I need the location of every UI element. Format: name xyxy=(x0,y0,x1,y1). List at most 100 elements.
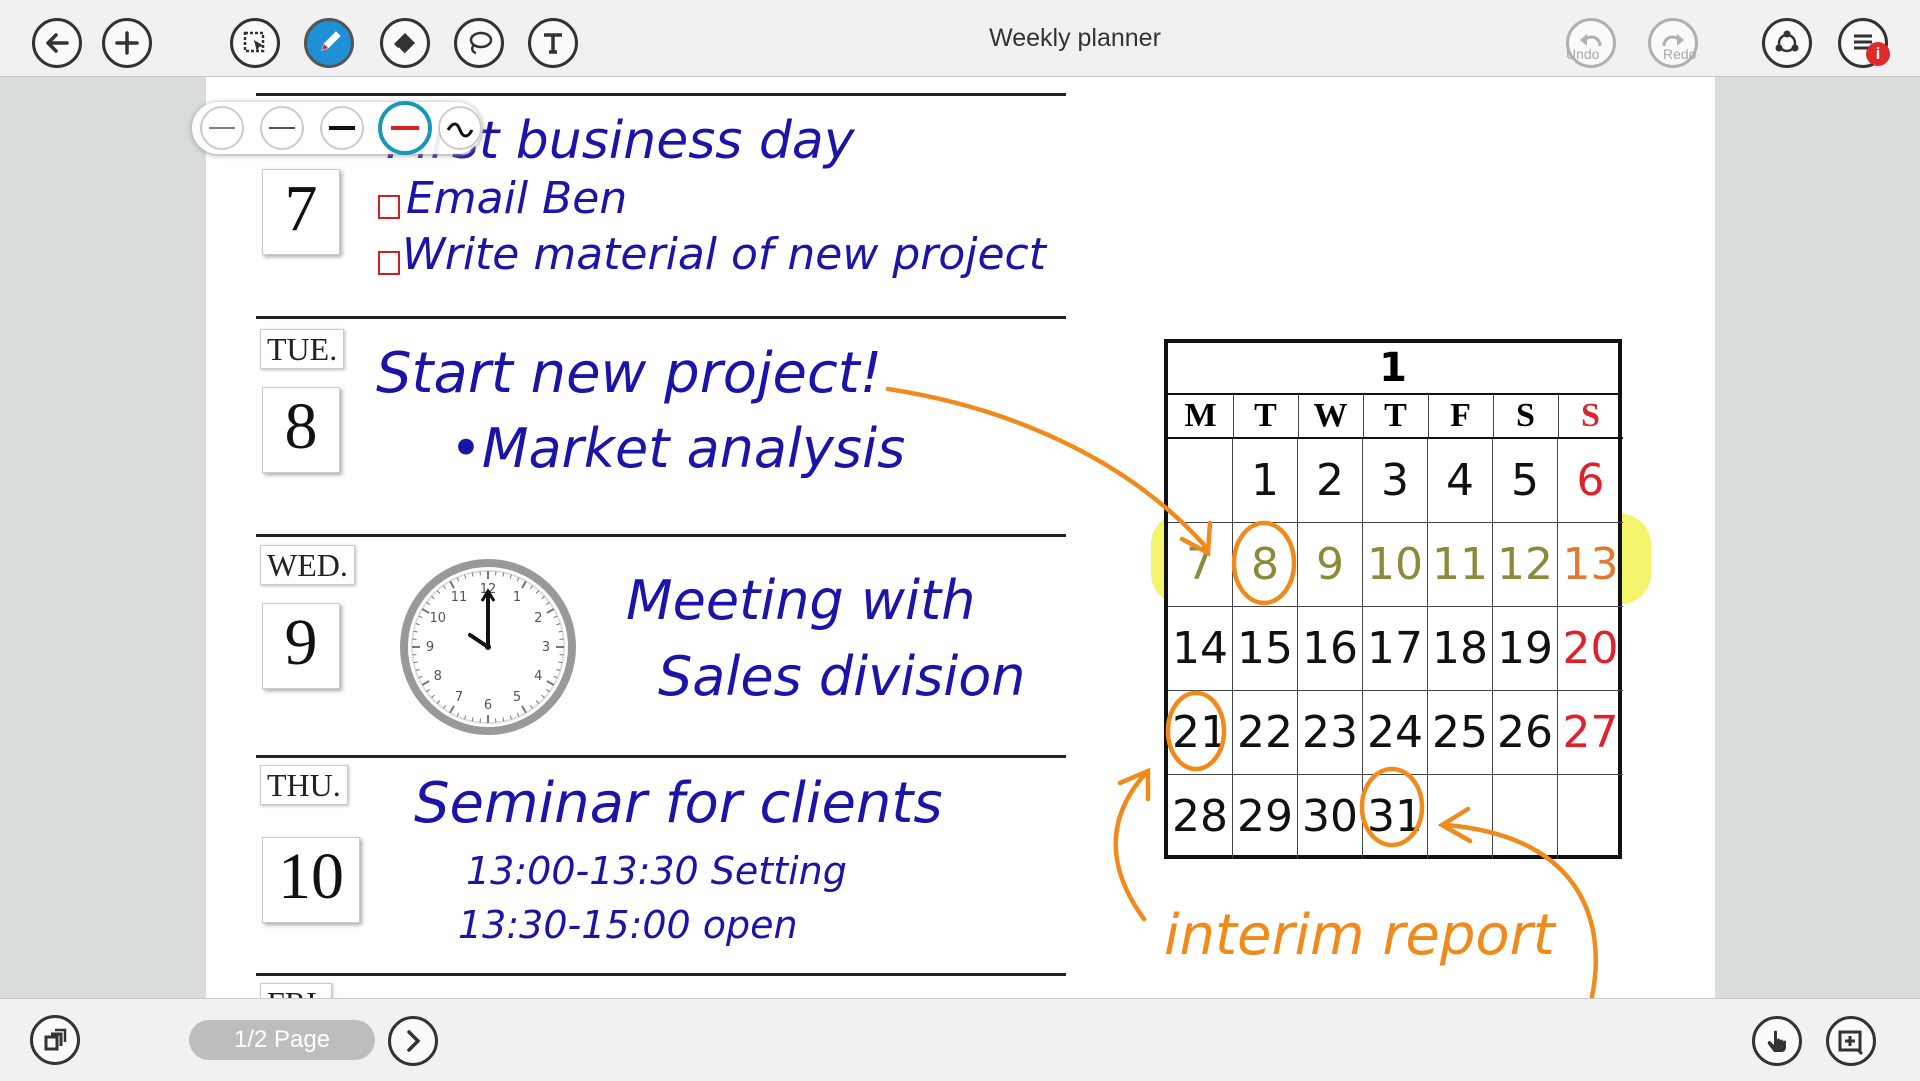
checked-box-icon xyxy=(378,195,400,219)
calendar-day: 8 xyxy=(1233,523,1298,607)
calendar-day xyxy=(1168,439,1233,523)
calendar-day: 31 xyxy=(1363,775,1428,859)
calendar-day: 17 xyxy=(1363,607,1428,691)
calendar-day: 19 xyxy=(1493,607,1558,691)
curve-stroke-icon xyxy=(445,118,475,138)
calendar-day: 7 xyxy=(1168,523,1233,607)
day-number: 8 xyxy=(262,387,340,473)
row-divider xyxy=(256,973,1066,976)
day-number: 10 xyxy=(262,837,360,923)
row-divider xyxy=(256,316,1066,319)
red-line-icon xyxy=(389,123,421,133)
day-number: 9 xyxy=(262,603,340,689)
day-label: TUE. xyxy=(260,329,344,369)
clock-numeral: 11 xyxy=(451,590,468,605)
share-button[interactable] xyxy=(1762,18,1812,68)
calendar-day: 13 xyxy=(1558,523,1623,607)
calendar-day: 10 xyxy=(1363,523,1428,607)
calendar-day: 18 xyxy=(1428,607,1493,691)
calendar-day: 22 xyxy=(1233,691,1298,775)
calendar-day xyxy=(1493,775,1558,859)
undo-caption: Undo xyxy=(1566,46,1599,62)
medium-line-icon xyxy=(267,123,297,133)
handwritten-note: 13:00-13:30 Setting xyxy=(466,849,847,893)
document-title: Weekly planner xyxy=(0,24,1920,53)
calendar-day: 24 xyxy=(1363,691,1428,775)
calendar-weekday: T xyxy=(1363,395,1429,439)
clock-numeral: 6 xyxy=(484,698,492,713)
day-label: FRI. xyxy=(260,983,332,998)
handwritten-note: Write material of new project xyxy=(402,229,1046,280)
calendar-day: 4 xyxy=(1428,439,1493,523)
share-icon xyxy=(1772,28,1802,58)
calendar-day: 11 xyxy=(1428,523,1493,607)
pen-thick-option[interactable] xyxy=(320,106,364,150)
zoom-in-button[interactable] xyxy=(1826,1016,1876,1066)
day-label: WED. xyxy=(260,545,355,585)
page-list-button[interactable] xyxy=(30,1015,80,1065)
redo-caption: Redo xyxy=(1663,46,1696,62)
pen-medium-option[interactable] xyxy=(260,106,304,150)
zoom-plus-icon xyxy=(1836,1026,1866,1056)
calendar-month: 1 xyxy=(1168,343,1618,395)
checked-box-icon xyxy=(378,251,400,275)
pen-thin-option[interactable] xyxy=(200,106,244,150)
calendar-weekday: T xyxy=(1233,395,1299,439)
calendar-weekday: S xyxy=(1558,395,1623,439)
clock-icon: 121234567891011 xyxy=(398,557,578,737)
calendar-weekday: W xyxy=(1298,395,1364,439)
hand-pointer-icon xyxy=(1762,1026,1792,1056)
row-divider xyxy=(256,755,1066,758)
clock-numeral: 8 xyxy=(434,669,442,684)
calendar-weekday: S xyxy=(1493,395,1559,439)
pages-icon xyxy=(40,1025,70,1055)
chevron-right-icon xyxy=(398,1026,428,1056)
calendar-day: 20 xyxy=(1558,607,1623,691)
calendar-day: 28 xyxy=(1168,775,1233,859)
clock-numeral: 3 xyxy=(542,640,550,655)
calendar-day xyxy=(1428,775,1493,859)
handwritten-note: Start new project! xyxy=(376,341,882,406)
top-toolbar: Weekly planner Undo Redo i xyxy=(0,0,1920,77)
day-label: THU. xyxy=(260,765,348,805)
row-divider xyxy=(256,93,1066,96)
handwritten-note: Meeting with xyxy=(626,569,975,632)
pen-red-option[interactable] xyxy=(378,101,432,155)
calendar-day: 14 xyxy=(1168,607,1233,691)
calendar-day: 23 xyxy=(1298,691,1363,775)
thick-line-icon xyxy=(327,123,357,133)
row-divider xyxy=(256,534,1066,537)
pen-curve-option[interactable] xyxy=(438,106,482,150)
thin-line-icon xyxy=(207,123,237,133)
pen-style-menu xyxy=(192,102,482,154)
calendar-day: 2 xyxy=(1298,439,1363,523)
handwritten-note: Seminar for clients xyxy=(414,771,943,836)
clock-numeral: 10 xyxy=(429,611,446,626)
day-number: 7 xyxy=(262,169,340,255)
clock-numeral: 4 xyxy=(534,669,542,684)
calendar-day: 25 xyxy=(1428,691,1493,775)
calendar-weekday: M xyxy=(1168,395,1234,439)
calendar-day: 15 xyxy=(1233,607,1298,691)
calendar-day: 5 xyxy=(1493,439,1558,523)
planner-page[interactable]: 7 First business day Email Ben Write mat… xyxy=(206,77,1715,998)
page-indicator: 1/2 Page xyxy=(189,1020,375,1060)
touch-mode-button[interactable] xyxy=(1752,1016,1802,1066)
handwritten-note: Email Ben xyxy=(406,173,627,224)
handwritten-note: 13:30-15:00 open xyxy=(458,903,798,947)
clock-numeral: 2 xyxy=(534,611,542,626)
handwritten-note: Sales division xyxy=(658,645,1026,708)
clock-numeral: 5 xyxy=(513,690,521,705)
calendar-weekday: F xyxy=(1428,395,1494,439)
calendar-day xyxy=(1558,775,1623,859)
next-page-button[interactable] xyxy=(388,1016,438,1066)
clock-numeral: 7 xyxy=(455,690,463,705)
calendar-day: 16 xyxy=(1298,607,1363,691)
calendar-day: 12 xyxy=(1493,523,1558,607)
calendar-day: 29 xyxy=(1233,775,1298,859)
clock-numeral: 1 xyxy=(513,590,521,605)
handwritten-note: •Market analysis xyxy=(450,417,905,480)
calendar-day: 27 xyxy=(1558,691,1623,775)
calendar-day: 1 xyxy=(1233,439,1298,523)
calendar-day: 21 xyxy=(1168,691,1233,775)
